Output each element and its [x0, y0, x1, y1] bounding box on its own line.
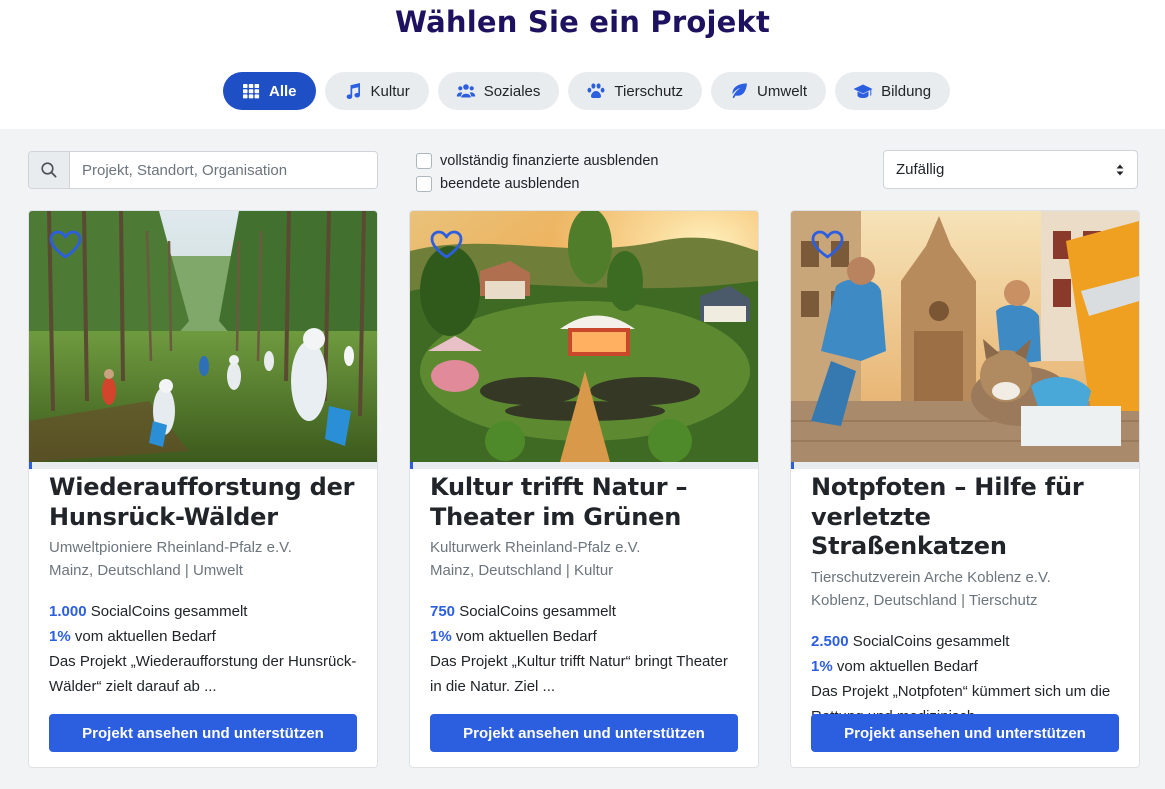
card-percent-label: vom aktuellen Bedarf	[455, 628, 597, 645]
sort-select-value: Zufällig	[896, 161, 945, 178]
project-list-section: vollständig finanzierte ausblenden beend…	[0, 129, 1165, 789]
card-location-category: Mainz, Deutschland | Kultur	[430, 562, 614, 579]
heart-favorite-icon[interactable]	[49, 230, 82, 265]
card-percent: 1%	[49, 628, 71, 645]
people-icon	[456, 84, 475, 98]
search-input[interactable]	[70, 152, 377, 188]
leaf-icon	[732, 83, 748, 99]
card-location: Koblenz, Deutschland	[811, 591, 957, 609]
project-card: Kultur trifft Natur – Theater im Grünen …	[409, 210, 759, 768]
grid-icon	[243, 84, 260, 99]
card-body: Wiederaufforstung der Hunsrück-Wälder Um…	[49, 473, 357, 699]
filter-tierschutz-label: Tierschutz	[614, 82, 684, 100]
hide-funded-option[interactable]: vollständig finanzierte ausblenden	[416, 149, 658, 172]
card-coins: 1.000	[49, 603, 87, 620]
funding-progress-bar	[410, 462, 758, 469]
hide-ended-label: beendete ausblenden	[440, 175, 580, 192]
funding-progress-bar	[29, 462, 377, 469]
card-location: Mainz, Deutschland	[49, 562, 181, 579]
paw-icon	[587, 83, 605, 99]
funding-progress-fill	[29, 462, 33, 469]
card-stats: 1.000 SocialCoins gesammelt 1% vom aktue…	[49, 599, 357, 649]
card-coins: 2.500	[811, 632, 849, 650]
funding-progress-bar	[791, 462, 1139, 469]
card-description: Das Projekt „Kultur trifft Natur“ bringt…	[430, 653, 728, 695]
view-project-button[interactable]: Projekt ansehen und unterstützen	[811, 714, 1119, 752]
page-title: Wählen Sie ein Projekt	[394, 5, 771, 39]
page-header: Wählen Sie ein Projekt Alle Kultur Sozia…	[0, 0, 1165, 129]
music-note-icon	[346, 83, 360, 100]
card-category: Tierschutz	[968, 591, 1038, 609]
card-percent-label: vom aktuellen Bedarf	[74, 628, 216, 645]
sort-arrows-icon	[1116, 164, 1124, 175]
funding-progress-fill	[410, 462, 414, 469]
project-card: Wiederaufforstung der Hunsrück-Wälder Um…	[28, 210, 378, 768]
card-category: Kultur	[573, 562, 614, 579]
card-title: Notpfoten – Hilfe für verletzte Straßenk…	[811, 473, 1084, 560]
card-description: Das Projekt „Wiederaufforstung der Hunsr…	[49, 653, 357, 695]
search-icon	[29, 152, 70, 188]
card-coins-label: SocialCoins gesammelt	[852, 632, 1010, 650]
hide-funded-label: vollständig finanzierte ausblenden	[440, 152, 659, 169]
filter-kultur-label: Kultur	[370, 82, 410, 100]
hide-funded-checkbox[interactable]	[416, 152, 432, 169]
filter-bildung-label: Bildung	[881, 82, 932, 100]
card-organization: Kulturwerk Rheinland-Pfalz e.V.	[430, 539, 641, 556]
card-location-category: Mainz, Deutschland | Umwelt	[49, 562, 243, 579]
card-title: Wiederaufforstung der Hunsrück-Wälder	[49, 473, 355, 531]
card-title: Kultur trifft Natur – Theater im Grünen	[430, 473, 688, 531]
card-organization: Umweltpioniere Rheinland-Pfalz e.V.	[49, 539, 292, 556]
hide-ended-option[interactable]: beendete ausblenden	[416, 172, 658, 195]
view-project-button[interactable]: Projekt ansehen und unterstützen	[49, 714, 357, 752]
card-location: Mainz, Deutschland	[430, 562, 562, 579]
graduation-cap-icon	[853, 84, 873, 98]
filter-umwelt-label: Umwelt	[757, 82, 808, 100]
funding-progress-fill	[791, 462, 795, 469]
card-coins-label: SocialCoins gesammelt	[90, 603, 248, 620]
filter-soziales-label: Soziales	[483, 82, 541, 100]
search-box	[28, 151, 378, 189]
card-body: Kultur trifft Natur – Theater im Grünen …	[430, 473, 738, 699]
view-project-button[interactable]: Projekt ansehen und unterstützen	[430, 714, 738, 752]
card-stats: 750 SocialCoins gesammelt 1% vom aktuell…	[430, 599, 738, 649]
heart-favorite-icon[interactable]	[430, 230, 463, 265]
card-percent-label: vom aktuellen Bedarf	[836, 657, 978, 675]
card-coins: 750	[430, 603, 456, 620]
filter-bildung[interactable]: Bildung	[835, 72, 951, 110]
card-organization: Tierschutzverein Arche Koblenz e.V.	[811, 568, 1051, 586]
card-percent: 1%	[430, 628, 452, 645]
filter-tierschutz[interactable]: Tierschutz	[568, 72, 703, 110]
card-coins-label: SocialCoins gesammelt	[459, 603, 616, 620]
filter-umwelt[interactable]: Umwelt	[711, 72, 827, 110]
project-card: Notpfoten – Hilfe für verletzte Straßenk…	[790, 210, 1140, 768]
filter-alle[interactable]: Alle	[223, 72, 316, 110]
category-filter-bar: Alle Kultur Soziales Tierschutz Umwelt B…	[223, 72, 951, 110]
card-body: Notpfoten – Hilfe für verletzte Straßenk…	[811, 473, 1119, 729]
card-category: Umwelt	[192, 562, 243, 579]
heart-favorite-icon[interactable]	[811, 230, 844, 265]
project-cards: Wiederaufforstung der Hunsrück-Wälder Um…	[28, 210, 1140, 768]
filter-alle-label: Alle	[269, 82, 297, 100]
visibility-options: vollständig finanzierte ausblenden beend…	[416, 149, 658, 195]
card-percent: 1%	[811, 657, 833, 675]
filter-kultur[interactable]: Kultur	[324, 72, 429, 110]
sort-select[interactable]: Zufällig	[883, 150, 1138, 189]
card-stats: 2.500 SocialCoins gesammelt 1% vom aktue…	[811, 629, 1119, 679]
hide-ended-checkbox[interactable]	[416, 175, 432, 192]
card-location-category: Koblenz, Deutschland | Tierschutz	[811, 591, 1038, 609]
filter-soziales[interactable]: Soziales	[437, 72, 560, 110]
